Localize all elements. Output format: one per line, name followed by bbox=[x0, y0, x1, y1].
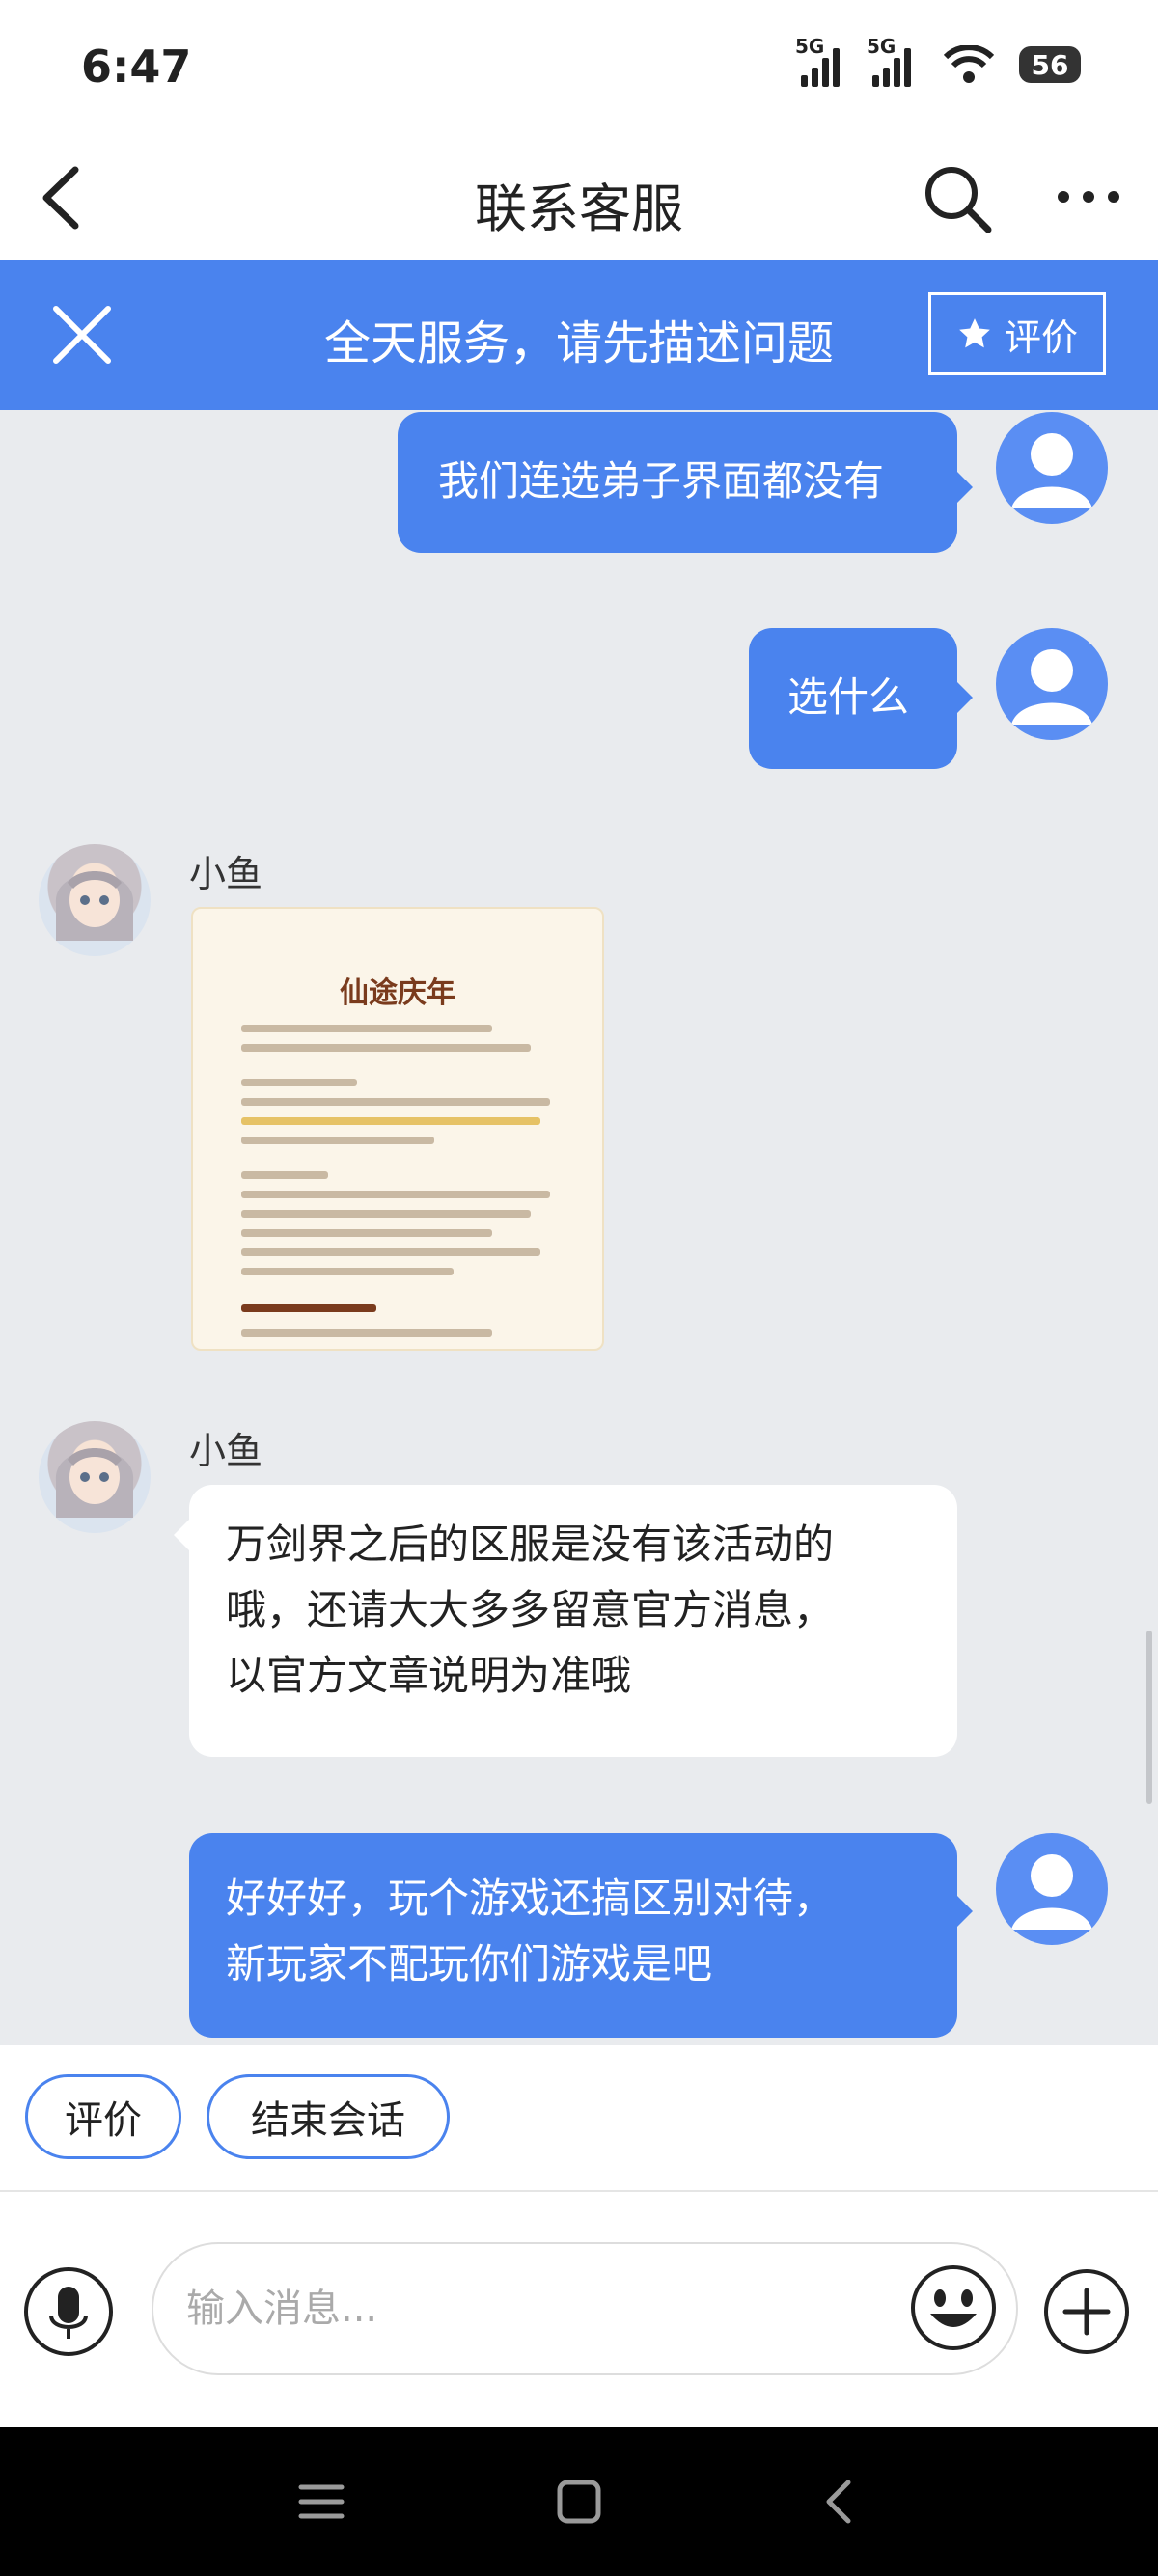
microphone-icon bbox=[49, 2287, 88, 2339]
search-icon[interactable] bbox=[921, 162, 994, 235]
plus-icon[interactable] bbox=[1042, 2267, 1131, 2356]
bubble-tail bbox=[957, 472, 973, 503]
status-time: 6:47 bbox=[81, 41, 192, 93]
image-text-line bbox=[241, 1304, 376, 1312]
message-line: 哦，还请大大多多留意官方消息， bbox=[226, 1586, 835, 1633]
agent-avatar-image bbox=[55, 1448, 134, 1518]
star-icon bbox=[959, 318, 990, 348]
microphone-button[interactable] bbox=[24, 2267, 113, 2356]
user-icon bbox=[1011, 1854, 1092, 1930]
sender-name: 小鱼 bbox=[189, 853, 263, 895]
rate-button[interactable]: 评价 bbox=[928, 292, 1106, 375]
menu-icon[interactable] bbox=[297, 2478, 345, 2526]
user-avatar[interactable] bbox=[996, 1833, 1108, 1945]
image-text-line bbox=[241, 1137, 434, 1144]
home-icon[interactable] bbox=[555, 2478, 603, 2526]
message-text: 选什么 bbox=[787, 673, 910, 721]
rate-label: 评价 bbox=[1004, 315, 1078, 359]
agent-message-bubble[interactable]: 万剑界之后的区服是没有该活动的 哦，还请大大多多留意官方消息， 以官方文章说明为… bbox=[189, 1485, 957, 1757]
signal-icon: 5G bbox=[795, 35, 855, 87]
nav-bar: 联系客服 bbox=[0, 135, 1158, 260]
user-avatar[interactable] bbox=[996, 628, 1108, 740]
bubble-tail bbox=[957, 1896, 973, 1927]
emoji-icon[interactable] bbox=[909, 2263, 998, 2352]
user-avatar[interactable] bbox=[996, 412, 1108, 524]
user-message-bubble[interactable]: 我们连选弟子界面都没有 bbox=[398, 412, 957, 553]
signal-icon: 5G bbox=[867, 35, 926, 87]
end-session-chip[interactable]: 结束会话 bbox=[207, 2074, 450, 2159]
image-title: 仙途庆年 bbox=[340, 976, 455, 1010]
quick-actions-bar: 评价 结束会话 bbox=[0, 2045, 1158, 2192]
message-line: 万剑界之后的区服是没有该活动的 bbox=[226, 1521, 835, 1568]
message-input[interactable]: 输入消息... bbox=[152, 2242, 1018, 2375]
message-line: 以官方文章说明为准哦 bbox=[226, 1652, 632, 1699]
signal-type: 5G bbox=[795, 35, 825, 58]
agent-avatar[interactable] bbox=[39, 844, 151, 956]
image-text-line bbox=[241, 1171, 328, 1179]
user-message-bubble[interactable]: 好好好，玩个游戏还搞区别对待， 新玩家不配玩你们游戏是吧 bbox=[189, 1833, 957, 2038]
signal-type: 5G bbox=[867, 35, 896, 58]
sender-name: 小鱼 bbox=[189, 1430, 263, 1472]
image-text-line bbox=[241, 1117, 540, 1125]
image-text-line bbox=[241, 1210, 531, 1218]
image-text-line bbox=[241, 1079, 357, 1086]
service-banner: 全天服务，请先描述问题 评价 bbox=[0, 260, 1158, 410]
image-text-line bbox=[241, 1329, 492, 1337]
input-bar: 输入消息... bbox=[0, 2192, 1158, 2427]
image-text-line bbox=[241, 1229, 492, 1237]
agent-avatar-image bbox=[55, 871, 134, 941]
image-text-line bbox=[241, 1025, 492, 1032]
status-bar: 6:47 5G 5G 56 bbox=[0, 0, 1158, 135]
battery-icon: 56 bbox=[1019, 46, 1081, 83]
back-nav-icon[interactable] bbox=[815, 2478, 864, 2526]
user-message-bubble[interactable]: 选什么 bbox=[749, 628, 957, 769]
scrollbar[interactable] bbox=[1146, 1631, 1152, 1804]
image-text-line bbox=[241, 1248, 540, 1256]
user-icon bbox=[1011, 433, 1092, 508]
more-icon[interactable] bbox=[1054, 168, 1123, 226]
message-line: 新玩家不配玩你们游戏是吧 bbox=[226, 1940, 713, 1987]
status-icons: 5G 5G 56 bbox=[795, 35, 1081, 87]
image-text-line bbox=[241, 1268, 454, 1275]
image-message[interactable]: 仙途庆年 bbox=[191, 907, 604, 1351]
image-text-line bbox=[241, 1098, 550, 1106]
system-nav-bar bbox=[0, 2427, 1158, 2576]
chat-area[interactable]: 我们连选弟子界面都没有 选什么 小鱼 仙途庆年 小鱼 万剑界之后的区服是没有该活… bbox=[0, 410, 1158, 2045]
user-icon bbox=[1011, 649, 1092, 725]
bubble-tail bbox=[957, 682, 973, 713]
agent-avatar[interactable] bbox=[39, 1421, 151, 1533]
message-line: 好好好，玩个游戏还搞区别对待， bbox=[226, 1875, 835, 1922]
image-text-line bbox=[241, 1191, 550, 1198]
rate-chip[interactable]: 评价 bbox=[25, 2074, 181, 2159]
message-text: 我们连选弟子界面都没有 bbox=[438, 457, 885, 505]
bubble-tail bbox=[174, 1520, 189, 1550]
image-text-line bbox=[241, 1044, 531, 1052]
wifi-icon bbox=[944, 45, 994, 83]
